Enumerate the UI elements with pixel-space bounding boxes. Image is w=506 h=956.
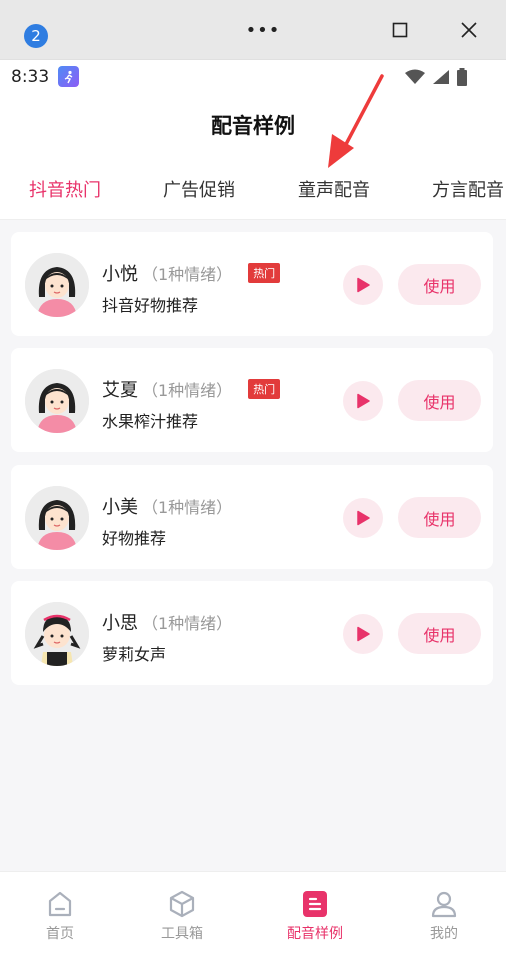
nav-label: 配音样例: [287, 926, 343, 942]
battery-icon: [457, 68, 467, 86]
status-bar: 8:33: [0, 60, 506, 96]
voice-card[interactable]: 艾夏 （1种情绪） 热门 水果榨汁推荐 使用: [11, 348, 493, 452]
voice-name-row: 小美 （1种情绪）: [102, 493, 232, 519]
play-button[interactable]: [343, 498, 383, 538]
play-icon: [357, 626, 370, 642]
more-options-button[interactable]: •••: [243, 14, 283, 46]
avatar: [25, 486, 89, 550]
page-title: 配音样例: [211, 114, 295, 138]
hot-badge: 热门: [248, 263, 281, 283]
avatar: [25, 602, 89, 666]
avatar: [25, 253, 89, 317]
play-button[interactable]: [343, 381, 383, 421]
voice-description: 水果榨汁推荐: [102, 412, 199, 431]
maximize-button[interactable]: [380, 14, 420, 46]
bottom-navigation: 首页 工具箱 配音样例 我的: [0, 871, 506, 956]
close-button[interactable]: [449, 14, 489, 46]
voice-description: 萝莉女声: [102, 645, 167, 664]
annotation-arrow-icon: [328, 74, 384, 168]
tab-ad-promotion[interactable]: 广告促销: [163, 176, 235, 202]
nav-label: 我的: [430, 926, 458, 942]
voice-card[interactable]: 小思 （1种情绪） 萝莉女声 使用: [11, 581, 493, 685]
emotion-count: （1种情绪）: [142, 381, 233, 400]
tab-douyin-hot[interactable]: 抖音热门: [29, 176, 101, 202]
voice-card[interactable]: 小美 （1种情绪） 好物推荐 使用: [11, 465, 493, 569]
wifi-icon: [405, 69, 425, 84]
voice-description: 好物推荐: [102, 529, 167, 548]
nav-home[interactable]: 首页: [0, 872, 123, 956]
voice-name: 艾夏: [102, 380, 138, 401]
use-button[interactable]: 使用: [398, 264, 481, 305]
play-button[interactable]: [343, 614, 383, 654]
voice-name: 小思: [102, 613, 138, 634]
page-header: 配音样例: [0, 96, 506, 156]
window-titlebar: 2 •••: [0, 0, 506, 60]
play-icon: [357, 510, 370, 526]
use-button[interactable]: 使用: [398, 497, 481, 538]
emotion-count: （1种情绪）: [142, 265, 233, 284]
emotion-count: （1种情绪）: [142, 614, 233, 633]
nav-profile[interactable]: 我的: [381, 872, 506, 956]
nav-label: 首页: [46, 926, 74, 942]
play-button[interactable]: [343, 265, 383, 305]
use-button[interactable]: 使用: [398, 380, 481, 421]
nav-toolbox[interactable]: 工具箱: [119, 872, 245, 956]
voice-card[interactable]: 小悦 （1种情绪） 热门 抖音好物推荐 使用: [11, 232, 493, 336]
nav-label: 工具箱: [161, 926, 203, 942]
voice-name: 小悦: [102, 264, 138, 285]
use-button[interactable]: 使用: [398, 613, 481, 654]
hot-badge: 热门: [248, 379, 281, 399]
nav-voice-samples[interactable]: 配音样例: [252, 872, 378, 956]
document-icon: [303, 891, 327, 917]
tab-dialect-voice[interactable]: 方言配音: [432, 176, 504, 202]
play-icon: [357, 277, 370, 293]
home-icon: [48, 891, 72, 917]
voice-name-row: 小思 （1种情绪）: [102, 609, 232, 635]
profile-icon: [431, 891, 457, 918]
close-icon: [461, 22, 477, 38]
tab-child-voice[interactable]: 童声配音: [298, 176, 370, 202]
signal-icon: [433, 70, 449, 84]
voice-name-row: 小悦 （1种情绪） 热门: [102, 260, 281, 286]
maximize-icon: [392, 22, 408, 38]
status-time: 8:33: [11, 67, 50, 87]
notification-badge: 2: [24, 24, 48, 48]
avatar: [25, 369, 89, 433]
play-icon: [357, 393, 370, 409]
voice-description: 抖音好物推荐: [102, 296, 199, 315]
running-app-icon: [58, 66, 79, 87]
emotion-count: （1种情绪）: [142, 498, 233, 517]
voice-name-row: 艾夏 （1种情绪） 热门: [102, 376, 281, 402]
voice-name: 小美: [102, 497, 138, 518]
toolbox-icon: [169, 890, 195, 918]
category-tabs: 抖音热门 广告促销 童声配音 方言配音: [0, 156, 506, 220]
